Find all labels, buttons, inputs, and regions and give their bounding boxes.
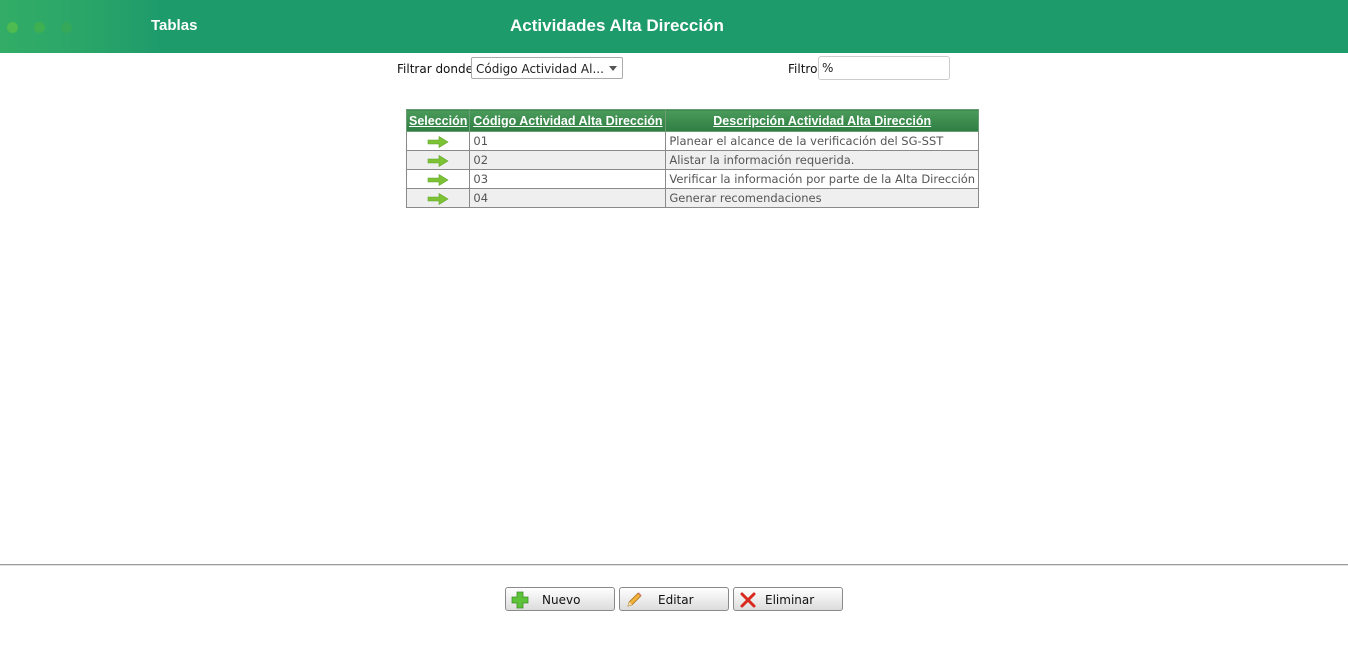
description-cell: Alistar la información requerida.	[665, 150, 980, 170]
tables-link[interactable]: Tablas	[151, 17, 197, 34]
activities-table: Selección Código Actividad Alta Direcció…	[405, 109, 980, 208]
delete-button[interactable]: Eliminar	[733, 587, 843, 611]
pencil-icon	[627, 592, 642, 607]
select-cell[interactable]	[405, 169, 471, 189]
table-row: 03 Verificar la información por parte de…	[405, 169, 980, 189]
chevron-down-icon	[609, 66, 617, 71]
col-selection[interactable]: Selección	[405, 109, 471, 132]
plus-icon	[511, 591, 529, 609]
new-button[interactable]: Nuevo	[505, 587, 615, 611]
table-header-row: Selección Código Actividad Alta Direcció…	[405, 109, 980, 132]
table-row: 04 Generar recomendaciones	[405, 188, 980, 208]
code-cell: 04	[469, 188, 667, 208]
description-cell: Verificar la información por parte de la…	[665, 169, 980, 189]
page-title: Actividades Alta Dirección	[510, 16, 724, 35]
edit-button-label: Editar	[658, 593, 694, 607]
arrow-right-icon[interactable]	[427, 192, 449, 205]
header-glow	[0, 0, 160, 53]
description-cell: Planear el alcance de la verificación de…	[665, 131, 980, 151]
description-cell: Generar recomendaciones	[665, 188, 980, 208]
arrow-right-icon[interactable]	[427, 154, 449, 167]
top-bar: Tablas Actividades Alta Dirección	[0, 0, 1348, 53]
arrow-right-icon[interactable]	[427, 135, 449, 148]
filter-label: Filtro	[788, 62, 818, 76]
new-button-label: Nuevo	[542, 593, 581, 607]
filter-input[interactable]	[818, 56, 950, 80]
select-cell[interactable]	[405, 188, 471, 208]
code-cell: 03	[469, 169, 667, 189]
col-code[interactable]: Código Actividad Alta Dirección	[469, 109, 667, 132]
window-dot-2	[34, 22, 45, 33]
table-row: 02 Alistar la información requerida.	[405, 150, 980, 170]
bottom-divider-shadow	[0, 565, 1348, 566]
code-cell: 01	[469, 131, 667, 151]
edit-button[interactable]: Editar	[619, 587, 729, 611]
arrow-right-icon[interactable]	[427, 173, 449, 186]
table-row: 01 Planear el alcance de la verificación…	[405, 131, 980, 151]
filter-field-value: Código Actividad Al...	[476, 62, 604, 76]
select-cell[interactable]	[405, 150, 471, 170]
select-cell[interactable]	[405, 131, 471, 151]
delete-button-label: Eliminar	[765, 593, 815, 607]
col-description[interactable]: Descripción Actividad Alta Dirección	[665, 109, 980, 132]
code-cell: 02	[469, 150, 667, 170]
window-dot-3	[61, 22, 72, 33]
filter-field-select[interactable]: Código Actividad Al...	[471, 57, 623, 79]
close-icon	[740, 592, 756, 608]
filter-where-label: Filtrar donde	[397, 62, 474, 76]
window-dot-1	[7, 22, 18, 33]
